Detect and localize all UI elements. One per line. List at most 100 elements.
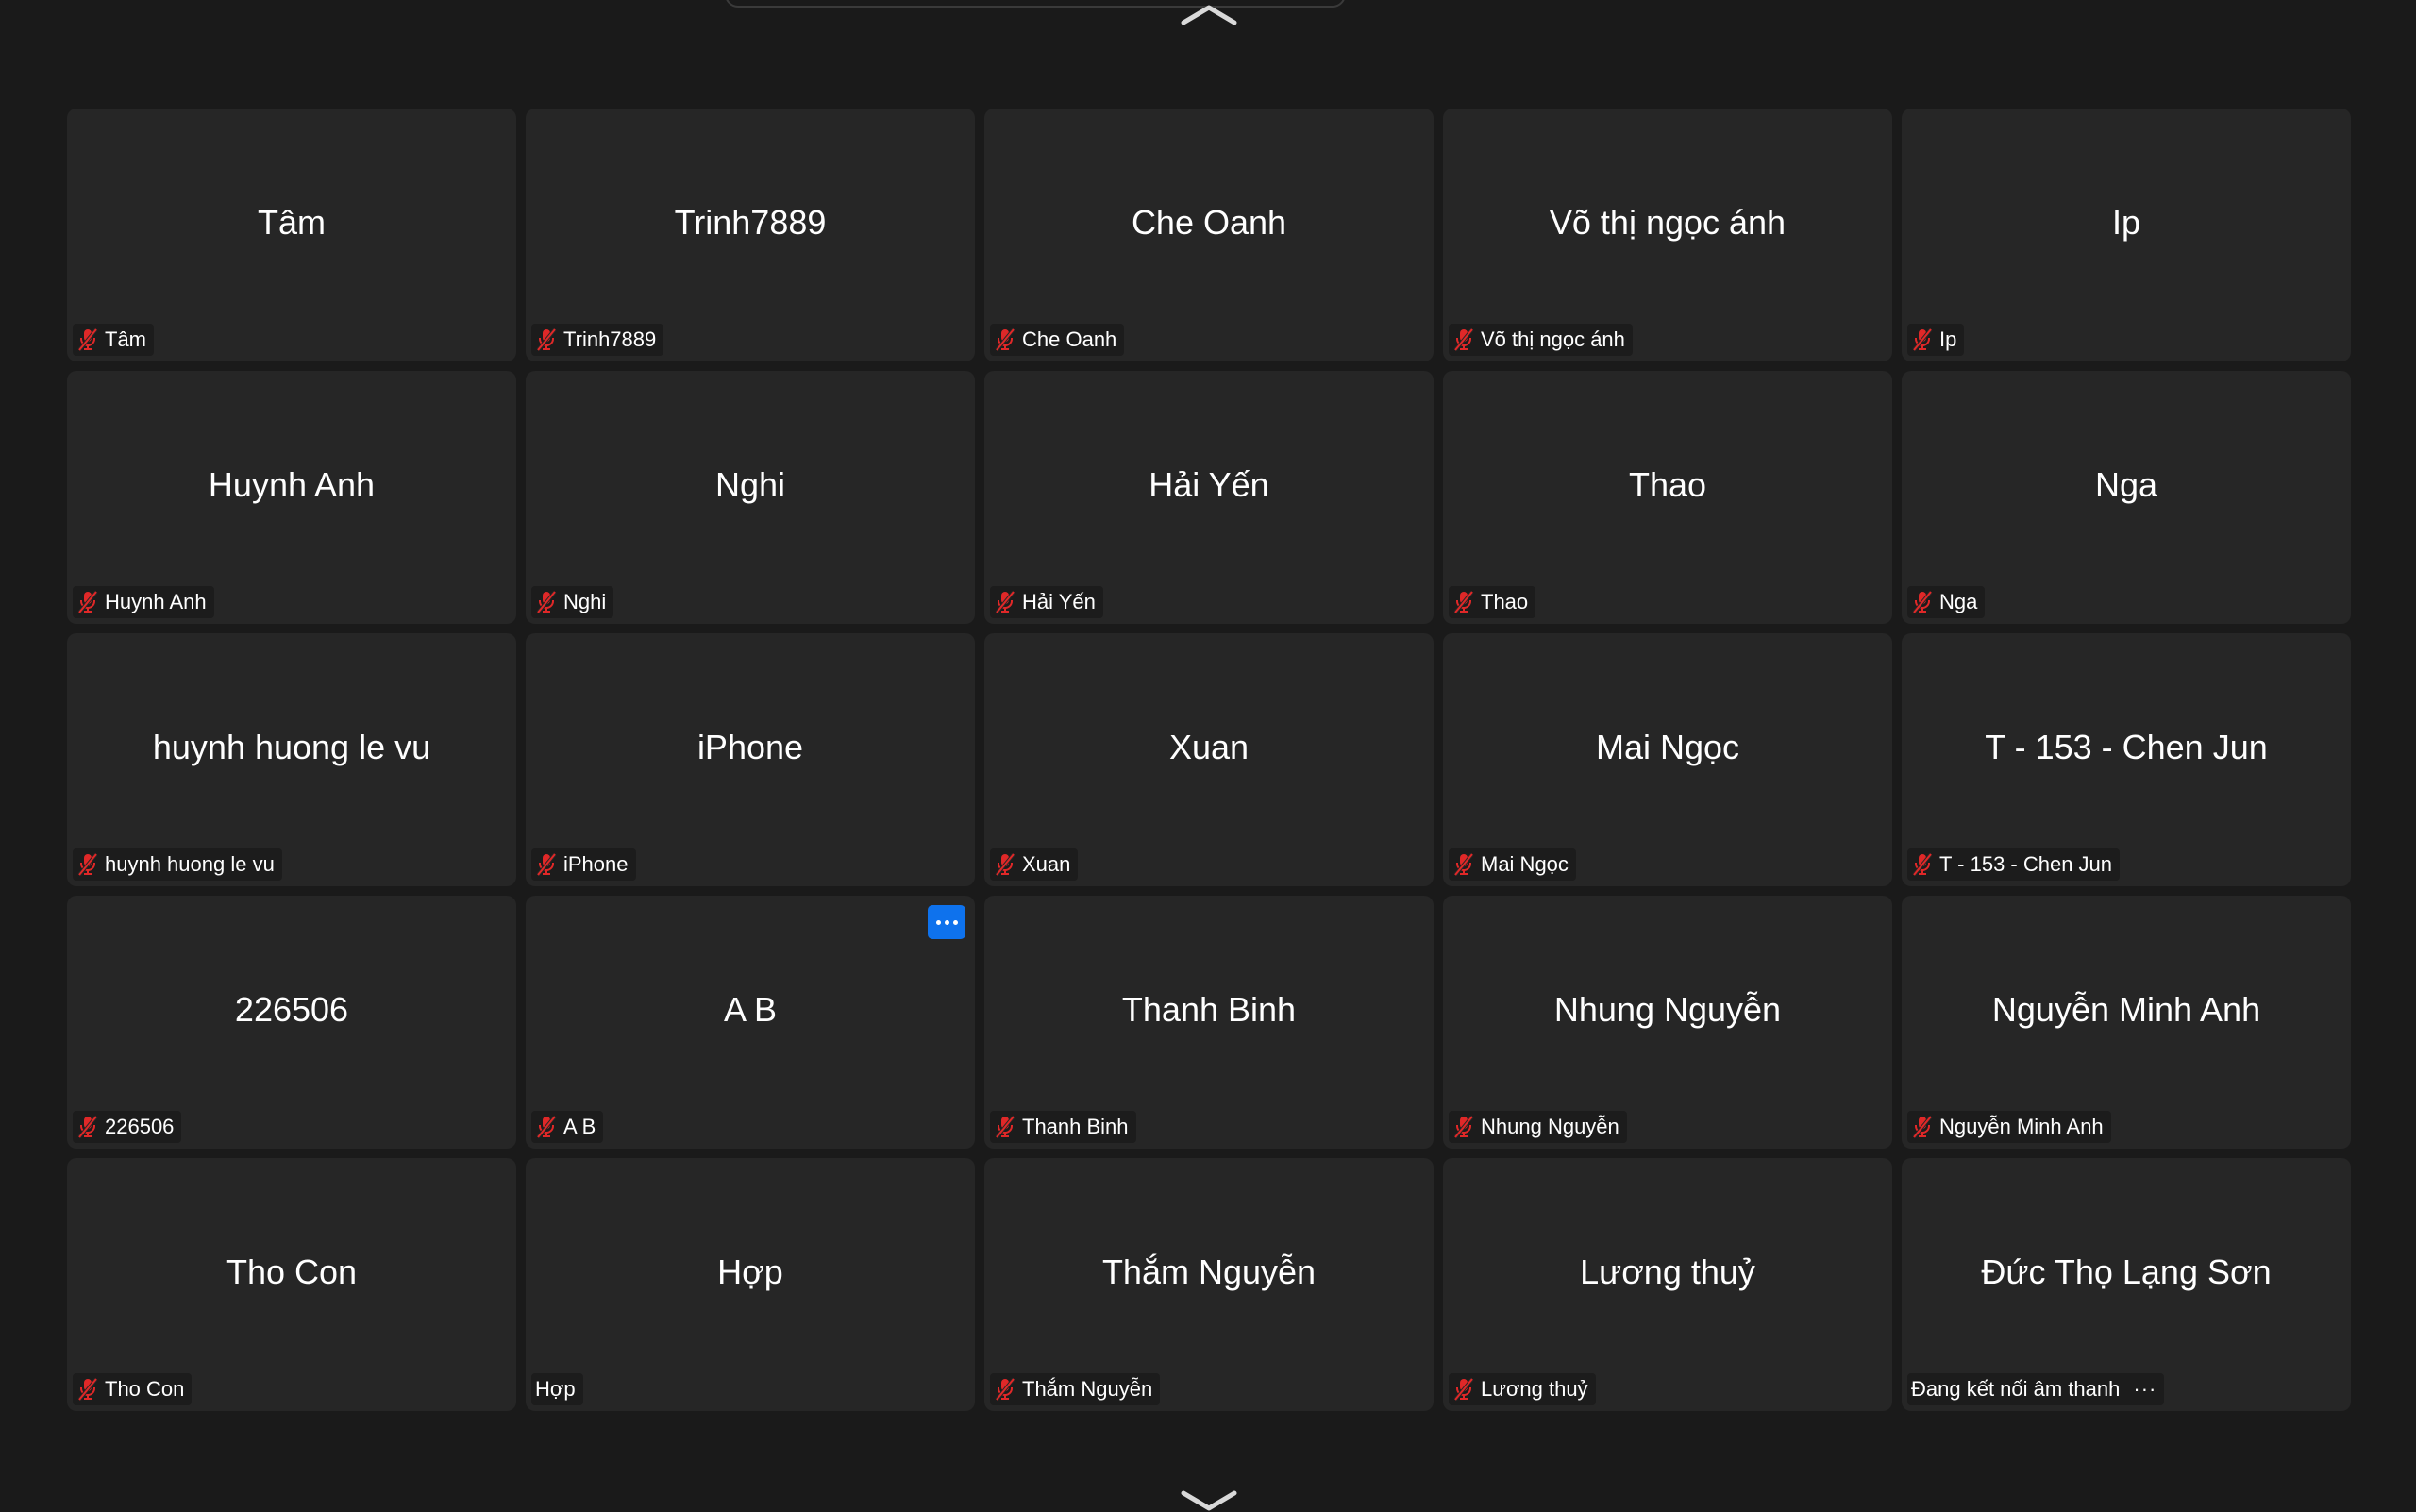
participant-name-label: Tho Con [73,1373,193,1405]
participant-name-label: Xuan [990,848,1079,881]
participant-display-name: Thanh Binh [1121,990,1297,1029]
participant-name-label: Thắm Nguyễn [990,1373,1161,1405]
participant-tile[interactable]: huynh huong le vu huynh huong le vu [67,633,516,886]
top-toolbar-pill[interactable] [725,0,1346,8]
participant-tile[interactable]: Hải Yến Hải Yến [984,371,1434,624]
participant-label-text: Hải Yến [1022,590,1096,613]
participant-display-name: Lương thuỷ [1580,1252,1755,1291]
microphone-muted-icon [995,328,1015,352]
participant-display-name: T - 153 - Chen Jun [1985,728,2268,766]
participant-display-name: Tâm [258,203,326,242]
participant-display-name: Thắm Nguyễn [1101,1252,1317,1291]
participant-tile[interactable]: Đức Thọ Lạng Sơn Đang kết nối âm thanh ·… [1902,1158,2351,1411]
participant-display-name: Trinh7889 [674,203,827,242]
participant-label-text: Đang kết nối âm thanh [1911,1377,2121,1401]
participant-label-text: T - 153 - Chen Jun [1939,852,2113,876]
participant-label-text: Nhung Nguyễn [1481,1115,1619,1138]
participant-name-label: Võ thị ngọc ánh [1449,324,1633,356]
participant-display-name: 226506 [234,990,349,1029]
participant-name-label: T - 153 - Chen Jun [1907,848,2121,881]
participant-display-name: Nghi [714,465,786,504]
participant-name-label: Nga [1907,586,1986,618]
participant-tile[interactable]: A B A B [526,896,975,1149]
microphone-muted-icon [77,852,98,877]
microphone-muted-icon [77,1115,98,1139]
participant-name-label: Mai Ngọc [1449,848,1576,881]
microphone-muted-icon [536,328,557,352]
participant-display-name: Hợp [717,1252,783,1291]
microphone-muted-icon [1912,1115,1933,1139]
ellipsis-dot [952,919,958,925]
participant-display-name: Nhung Nguyễn [1553,990,1782,1029]
participant-tile[interactable]: Xuan Xuan [984,633,1434,886]
participant-display-name: iPhone [696,728,804,766]
participant-label-text: Thắm Nguyễn [1022,1377,1153,1401]
participant-tile[interactable]: 226506 226506 [67,896,516,1149]
participant-label-text: Hợp [535,1377,576,1401]
participant-tile[interactable]: Tâm Tâm [67,109,516,361]
participant-label-text: iPhone [563,852,629,876]
participant-label-text: Mai Ngọc [1481,852,1569,876]
participant-name-label: A B [531,1111,604,1143]
participant-name-label: Đang kết nối âm thanh ··· [1907,1373,2165,1405]
participant-tile[interactable]: Huynh Anh Huynh Anh [67,371,516,624]
participant-tile[interactable]: Thao Thao [1443,371,1892,624]
participant-label-text: Thao [1481,590,1529,613]
microphone-muted-icon [1912,852,1933,877]
microphone-muted-icon [77,590,98,614]
microphone-muted-icon [1453,328,1474,352]
ellipsis-dot [944,919,949,925]
participant-tile[interactable]: Thanh Binh Thanh Binh [984,896,1434,1149]
microphone-muted-icon [1912,328,1933,352]
participant-label-text: Lương thuỷ [1481,1377,1588,1401]
participant-tile[interactable]: Ip Ip [1902,109,2351,361]
connecting-indicator: ··· [2133,1377,2157,1401]
participant-name-label: Huynh Anh [73,586,214,618]
participant-label-text: A B [563,1115,596,1138]
microphone-muted-icon [536,852,557,877]
participant-tile[interactable]: Nhung Nguyễn Nhung Nguyễn [1443,896,1892,1149]
participant-name-label: Hải Yến [990,586,1103,618]
participant-label-text: Huynh Anh [105,590,207,613]
participant-display-name: Huynh Anh [208,465,376,504]
participant-tile[interactable]: Nga Nga [1902,371,2351,624]
participant-display-name: Đức Thọ Lạng Sơn [1981,1252,2272,1291]
participant-tile[interactable]: Nghi Nghi [526,371,975,624]
participant-label-text: huynh huong le vu [105,852,275,876]
participant-name-label: Nguyễn Minh Anh [1907,1111,2111,1143]
participant-label-text: Trinh7889 [563,328,657,351]
participant-name-label: 226506 [73,1111,182,1143]
participant-name-label: Ip [1907,324,1965,356]
participant-tile[interactable]: iPhone iPhone [526,633,975,886]
participant-tile[interactable]: Nguyễn Minh Anh Nguyễn Minh Anh [1902,896,2351,1149]
participant-display-name: Võ thị ngọc ánh [1549,203,1787,242]
participant-tile[interactable]: Trinh7889 Trinh7889 [526,109,975,361]
participant-display-name: Thao [1628,465,1707,504]
microphone-muted-icon [1453,590,1474,614]
participant-tile[interactable]: Mai Ngọc Mai Ngọc [1443,633,1892,886]
microphone-muted-icon [995,1115,1015,1139]
participant-tile[interactable]: Võ thị ngọc ánh Võ thị ngọc ánh [1443,109,1892,361]
participant-tile[interactable]: Che Oanh Che Oanh [984,109,1434,361]
participant-name-label: Nghi [531,586,614,618]
participant-name-label: Trinh7889 [531,324,664,356]
ellipsis-icon [935,919,941,925]
participant-display-name: Xuan [1168,728,1250,766]
participant-tile[interactable]: T - 153 - Chen Jun T - 153 - Chen Jun [1902,633,2351,886]
more-options-button[interactable] [928,905,965,939]
participant-name-label: Thanh Binh [990,1111,1136,1143]
participant-tile[interactable]: Lương thuỷ Lương thuỷ [1443,1158,1892,1411]
participant-display-name: Nga [2094,465,2158,504]
microphone-muted-icon [1912,590,1933,614]
participant-tile[interactable]: Tho Con Tho Con [67,1158,516,1411]
participant-name-label: Che Oanh [990,324,1125,356]
microphone-muted-icon [995,852,1015,877]
chevron-down-icon[interactable] [1180,1489,1238,1512]
participant-label-text: Thanh Binh [1022,1115,1129,1138]
participant-tile[interactable]: Thắm Nguyễn Thắm Nguyễn [984,1158,1434,1411]
participant-tile[interactable]: Hợp Hợp [526,1158,975,1411]
participant-gallery-grid: Tâm Tâm Trinh7889 Trinh7889 Che Oanh Che… [67,109,2351,1411]
chevron-up-icon[interactable] [1180,4,1238,26]
microphone-muted-icon [536,590,557,614]
participant-display-name: Hải Yến [1149,465,1269,504]
